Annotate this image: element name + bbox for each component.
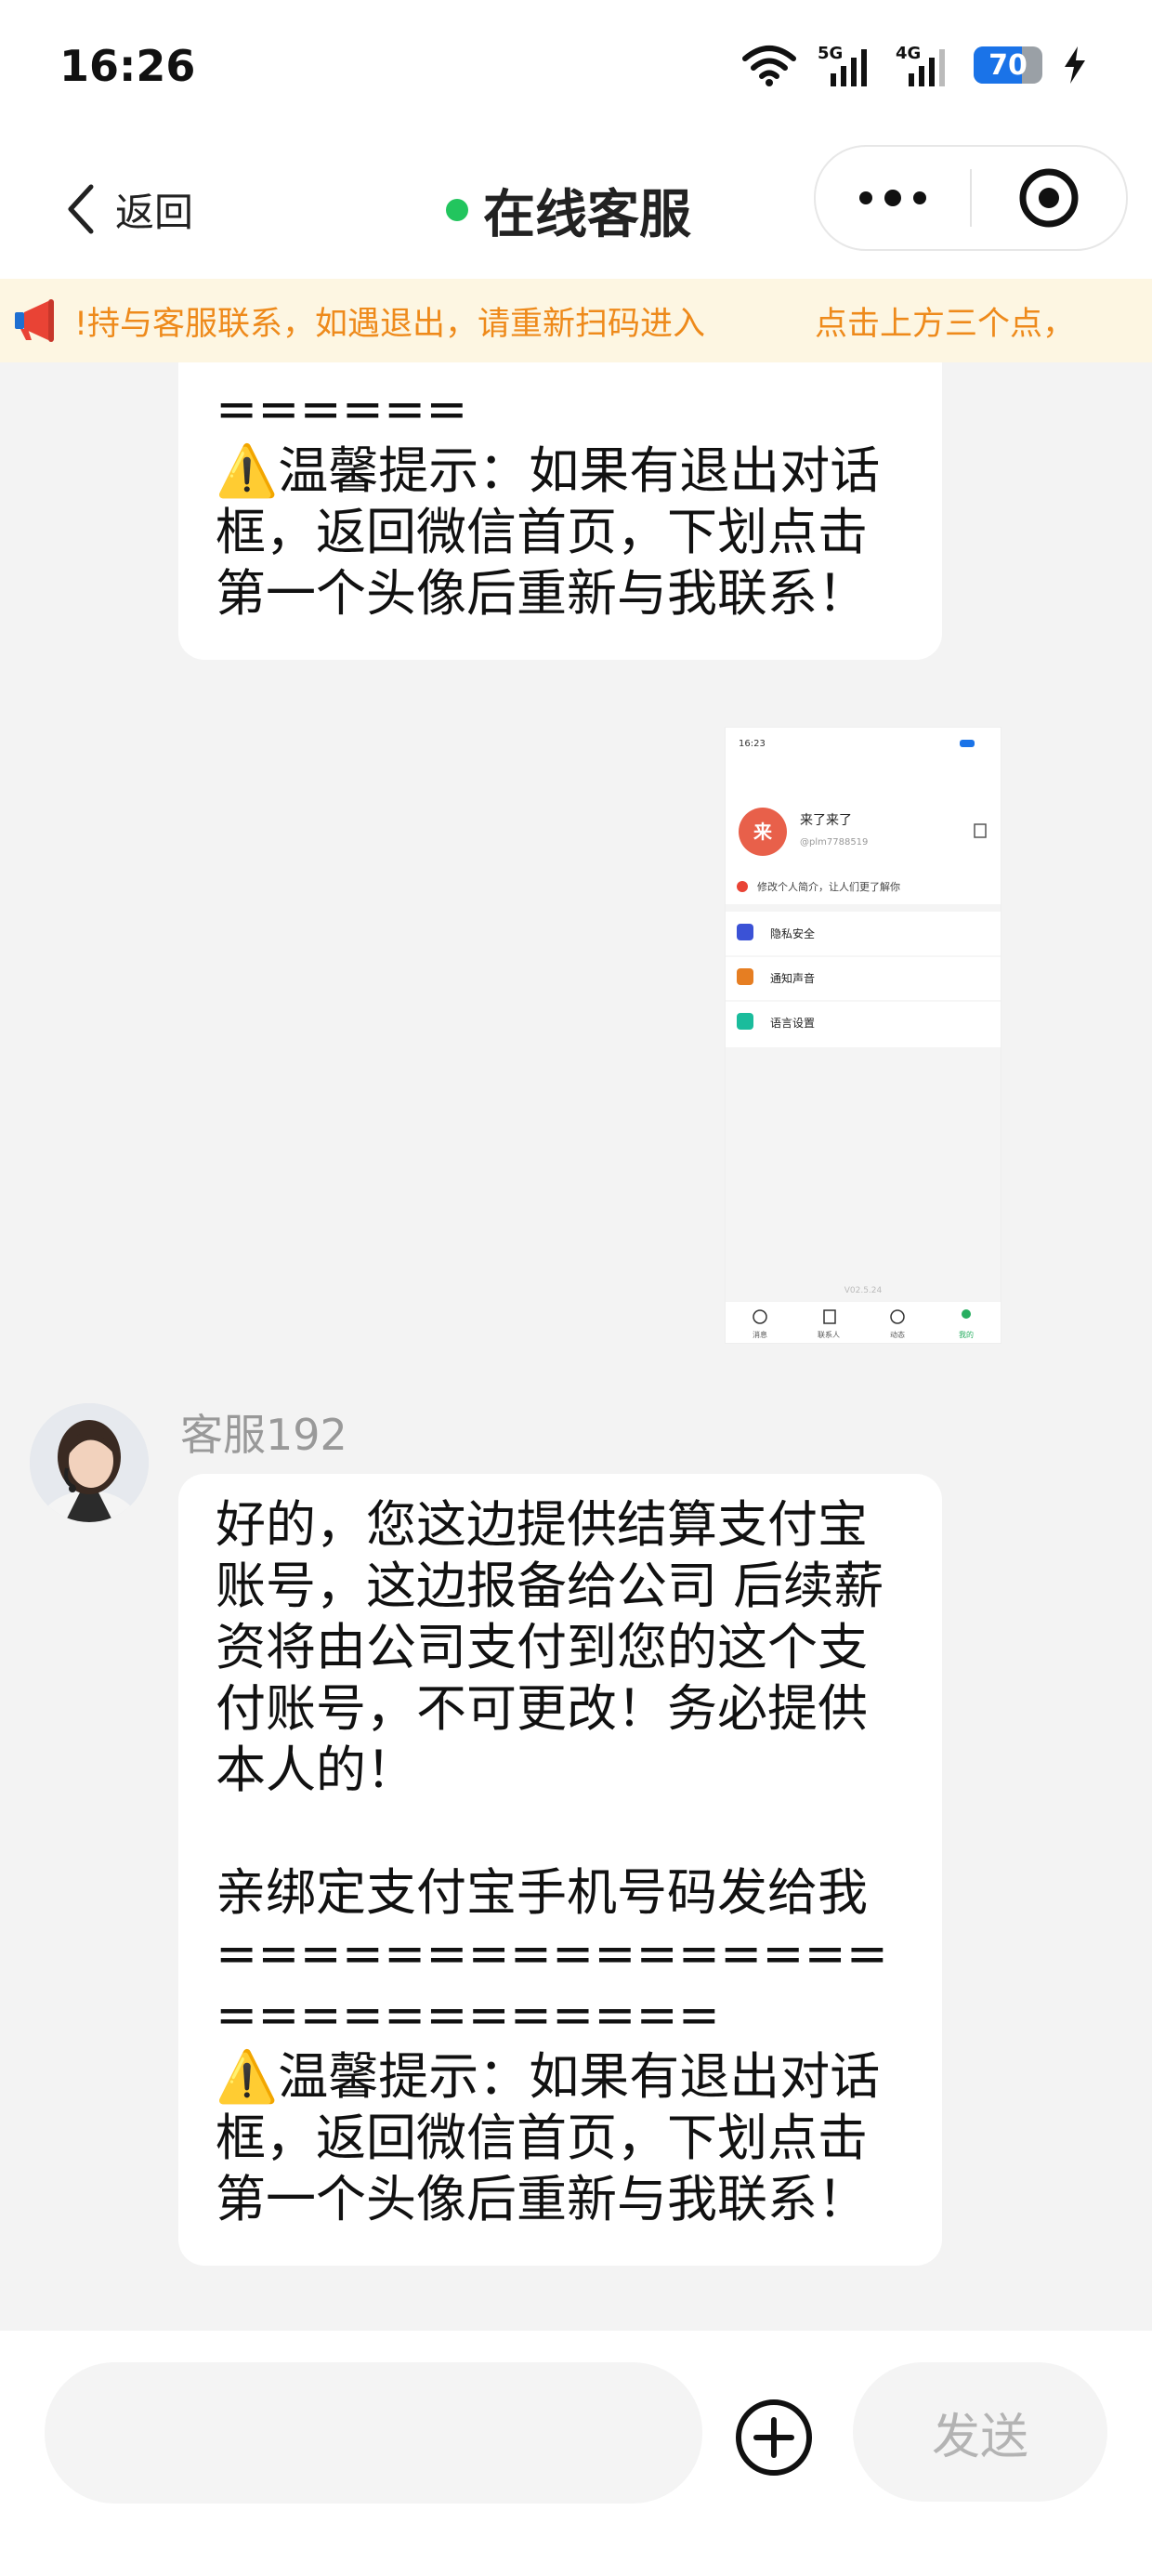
agent-avatar[interactable] xyxy=(30,1403,149,1522)
chevron-left-icon xyxy=(68,184,94,234)
shot-name: 来了来了 xyxy=(800,813,852,828)
shot-time: 16:23 xyxy=(739,739,766,749)
shot-tab-4: 我的 xyxy=(959,1330,974,1339)
shot-menu-3: 语言设置 xyxy=(770,1017,815,1030)
wifi-icon xyxy=(742,46,796,86)
signal-4g-icon: 4G xyxy=(896,44,945,86)
status-time: 16:26 xyxy=(59,41,196,91)
shot-avatar-char: 来 xyxy=(753,821,773,843)
message-text: ====== ⚠️温馨提示：如果有退出对话框，返回微信首页，下划点击第一个头像后… xyxy=(216,380,881,623)
message-text: 好的，您这边提供结算支付宝账号，这边报备给公司 后续薪资将由公司支付到您的这个支… xyxy=(216,1495,888,2228)
chat-area[interactable]: ====== ⚠️温馨提示：如果有退出对话框，返回微信首页，下划点击第一个头像后… xyxy=(0,362,1152,2331)
megaphone-icon xyxy=(0,279,74,362)
shot-version: V02.5.24 xyxy=(844,1286,883,1295)
page-title: 在线客服 xyxy=(483,184,691,245)
shot-handle: @plm7788519 xyxy=(800,837,868,848)
nav-bar: 返回 在线客服 xyxy=(0,139,1152,279)
net2-label: 4G xyxy=(896,44,921,63)
status-icons: 5G 4G 70 xyxy=(741,37,1087,93)
message-bubble: 好的，您这边提供结算支付宝账号，这边报备给公司 后续薪资将由公司支付到您的这个支… xyxy=(178,1474,942,2266)
charging-icon xyxy=(1065,46,1085,84)
miniprogram-capsule xyxy=(814,145,1128,251)
add-plus-icon[interactable] xyxy=(734,2398,814,2477)
notice-text-b: 点击上方三个点， xyxy=(815,305,1076,343)
message-bubble: ====== ⚠️温馨提示：如果有退出对话框，返回微信首页，下划点击第一个头像后… xyxy=(178,362,942,660)
back-button[interactable]: 返回 xyxy=(65,177,193,242)
online-status-dot xyxy=(446,199,468,221)
notice-text-a: !持与客服联系，如遇退出，请重新扫码进入 xyxy=(74,305,706,343)
back-label: 返回 xyxy=(115,189,194,235)
shot-menu-1: 隐私安全 xyxy=(770,927,815,940)
send-button[interactable]: 发送 xyxy=(853,2362,1107,2502)
notice-banner: !持与客服联系，如遇退出，请重新扫码进入 点击上方三个点， xyxy=(0,279,1152,362)
shot-tab-1: 消息 xyxy=(753,1330,767,1339)
shot-tab-3: 动态 xyxy=(890,1330,905,1339)
shot-tip: 修改个人简介，让人们更了解你 xyxy=(757,880,900,893)
more-dots-icon xyxy=(859,190,926,206)
sent-screenshot-image[interactable]: 16:23 来 来了来了 @plm7788519 修改个人简介，让人们更了解你 … xyxy=(725,727,1001,1344)
more-options-button[interactable] xyxy=(816,147,970,249)
target-close-icon xyxy=(1019,168,1079,228)
agent-name: 客服192 xyxy=(180,1410,347,1460)
shot-tab-2: 联系人 xyxy=(818,1330,840,1339)
battery-percent: 70 xyxy=(988,48,1028,82)
net1-label: 5G xyxy=(818,44,843,63)
shot-menu-2: 通知声音 xyxy=(770,971,815,985)
battery-indicator: 70 xyxy=(974,46,1042,84)
status-bar: 16:26 5G 4G 70 xyxy=(0,0,1152,139)
composer-bar: 发送 xyxy=(0,2331,1152,2576)
close-miniprogram-button[interactable] xyxy=(972,147,1126,249)
page-title-group: 在线客服 xyxy=(446,173,691,247)
signal-5g-icon: 5G xyxy=(818,44,867,86)
message-input[interactable] xyxy=(45,2362,702,2504)
